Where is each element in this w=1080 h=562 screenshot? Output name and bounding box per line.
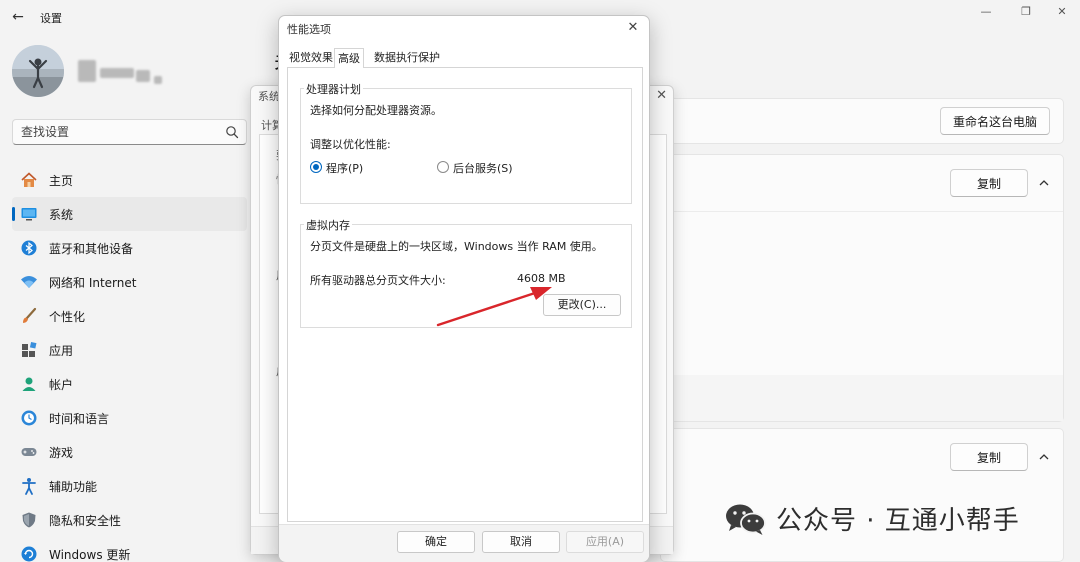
cancel-button[interactable]: 取消 — [482, 531, 560, 553]
gamepad-icon — [20, 443, 38, 461]
update-icon — [20, 545, 38, 562]
chevron-up-icon[interactable] — [1037, 176, 1051, 190]
sidebar-item-label: 主页 — [49, 173, 74, 188]
sidebar-item-network[interactable]: 网络和 Internet — [12, 265, 247, 299]
sidebar-item-bluetooth[interactable]: 蓝牙和其他设备 — [12, 231, 247, 265]
wechat-icon — [726, 504, 766, 535]
maximize-button[interactable]: ❐ — [1016, 4, 1036, 20]
sidebar-item-label: 系统 — [49, 207, 74, 222]
background-services-radio[interactable] — [437, 161, 449, 173]
chevron-up-icon[interactable] — [1037, 450, 1051, 464]
sidebar-item-gaming[interactable]: 游戏 — [12, 435, 247, 469]
watermark: 公众号 · 互通小帮手 — [724, 500, 1020, 537]
paging-file-description: 分页文件是硬盘上的一块区域，Windows 当作 RAM 使用。 — [310, 240, 603, 253]
programs-radio-label[interactable]: 程序(P) — [326, 160, 363, 176]
home-icon — [20, 171, 38, 189]
tab-data-execution-prevention[interactable]: 数据执行保护 — [374, 48, 440, 68]
sidebar-item-home[interactable]: 主页 — [12, 163, 247, 197]
sidebar-item-label: 蓝牙和其他设备 — [49, 241, 134, 256]
sidebar-item-label: 游戏 — [49, 445, 74, 460]
rename-pc-button[interactable]: 重命名这台电脑 — [940, 107, 1050, 135]
sidebar-item-accounts[interactable]: 帐户 — [12, 367, 247, 401]
sidebar-item-apps[interactable]: 应用 — [12, 333, 247, 367]
apps-icon — [20, 341, 38, 359]
programs-radio[interactable] — [310, 161, 322, 173]
sidebar-item-label: 时间和语言 — [49, 411, 110, 426]
avatar[interactable] — [12, 45, 64, 97]
watermark-text: 公众号 · 互通小帮手 — [776, 506, 1020, 536]
card-divider — [661, 211, 1063, 212]
bluetooth-icon — [20, 239, 38, 257]
search-icon[interactable] — [225, 125, 239, 139]
sidebar-item-label: 辅助功能 — [49, 479, 98, 494]
tab-advanced[interactable]: 高级 — [334, 48, 364, 68]
tab-visual-effects[interactable]: 视觉效果 — [289, 48, 333, 68]
search-input[interactable] — [21, 123, 221, 141]
advanced-tab-panel: 处理器计划 选择如何分配处理器资源。 调整以优化性能: 程序(P) 后台服务(S… — [287, 67, 643, 522]
system-icon — [20, 205, 38, 223]
related-links-strip — [661, 375, 1063, 421]
processor-scheduling-description: 选择如何分配处理器资源。 — [310, 104, 442, 117]
shield-icon — [20, 511, 38, 529]
processor-scheduling-group: 处理器计划 选择如何分配处理器资源。 调整以优化性能: 程序(P) 后台服务(S… — [300, 81, 632, 204]
sidebar-item-label: 应用 — [49, 343, 74, 358]
performance-options-dialog: 性能选项 ✕ 视觉效果 高级 数据执行保护 处理器计划 选择如何分配处理器资源。… — [278, 15, 650, 562]
total-paging-file-value: 4608 MB — [517, 272, 566, 285]
dialog-title: 性能选项 — [287, 23, 331, 36]
device-spec-card: 复制 — [660, 154, 1064, 422]
sidebar-item-label: 隐私和安全性 — [49, 513, 122, 528]
accessibility-icon — [20, 477, 38, 495]
change-virtual-memory-button[interactable]: 更改(C)... — [543, 294, 621, 316]
sidebar-item-windows-update[interactable]: Windows 更新 — [12, 537, 247, 562]
virtual-memory-title: 虚拟内存 — [304, 217, 352, 233]
sidebar-item-time-language[interactable]: 时间和语言 — [12, 401, 247, 435]
clock-globe-icon — [20, 409, 38, 427]
sidebar-item-system[interactable]: 系统 — [12, 197, 247, 231]
adjust-performance-label: 调整以优化性能: — [310, 138, 391, 151]
processor-scheduling-title: 处理器计划 — [304, 81, 363, 97]
minimize-button[interactable]: — — [976, 4, 996, 20]
close-button[interactable]: ✕ — [1052, 4, 1072, 20]
ok-button[interactable]: 确定 — [397, 531, 475, 553]
dialog-close-icon[interactable]: ✕ — [625, 20, 641, 36]
apply-button[interactable]: 应用(A) — [566, 531, 644, 553]
sidebar-item-label: 个性化 — [49, 309, 86, 324]
sidebar-item-label: Windows 更新 — [49, 547, 131, 562]
account-icon — [20, 375, 38, 393]
copy-button-windows[interactable]: 复制 — [950, 443, 1028, 471]
copy-button-device[interactable]: 复制 — [950, 169, 1028, 197]
wifi-icon — [20, 273, 38, 291]
sidebar-item-accessibility[interactable]: 辅助功能 — [12, 469, 247, 503]
brush-icon — [20, 307, 38, 325]
total-paging-file-label: 所有驱动器总分页文件大小: — [310, 274, 446, 287]
background-services-radio-label[interactable]: 后台服务(S) — [453, 160, 513, 176]
redacted-user-name — [78, 60, 170, 86]
sidebar-item-label: 帐户 — [49, 377, 74, 392]
sidebar-item-label: 网络和 Internet — [49, 275, 137, 290]
app-title: 设置 — [40, 12, 62, 25]
avatar-photo-icon — [12, 45, 64, 97]
windows-spec-card: 复制 — [660, 428, 1064, 562]
sidebar-item-privacy[interactable]: 隐私和安全性 — [12, 503, 247, 537]
back-button[interactable]: ← — [8, 7, 28, 27]
search-box[interactable] — [12, 119, 247, 145]
system-properties-title: 系统 — [258, 90, 280, 103]
virtual-memory-group: 虚拟内存 分页文件是硬盘上的一块区域，Windows 当作 RAM 使用。 所有… — [300, 217, 632, 328]
rename-card: 重命名这台电脑 — [660, 98, 1064, 144]
dialog-footer: 确定 取消 应用(A) — [279, 524, 649, 562]
sidebar-item-personalization[interactable]: 个性化 — [12, 299, 247, 333]
system-properties-close-icon[interactable]: ✕ — [656, 88, 667, 103]
sidebar-nav: 主页 系统 蓝牙和其他设备 网络和 Internet 个性化 应用 帐户 时间和… — [12, 163, 247, 562]
